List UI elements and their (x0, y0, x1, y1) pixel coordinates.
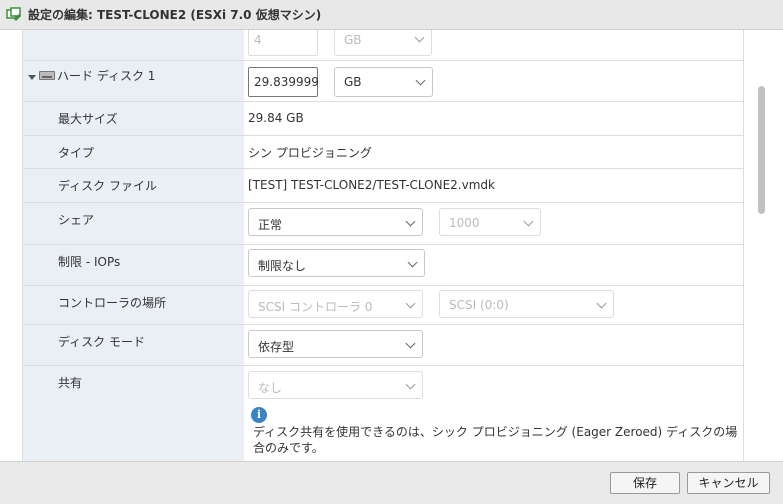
type-value: シン プロビジョニング (248, 146, 372, 160)
hard-disk-label: ハード ディスク 1 (57, 69, 156, 83)
chevron-down-icon (596, 298, 607, 309)
sharing-info-text: ディスク共有を使用できるのは、シック プロビジョニング (Eager Zeroe… (253, 425, 738, 455)
disk-size-unit-select[interactable]: GB (334, 67, 433, 97)
chevron-down-icon (405, 298, 416, 309)
disk-file-value: [TEST] TEST-CLONE2/TEST-CLONE2.vmdk (248, 178, 495, 192)
dialog-footer: 保存 キャンセル (0, 461, 783, 504)
shares-number-select[interactable]: 1000 (439, 208, 541, 236)
chevron-down-icon (405, 379, 416, 390)
scrollbar-thumb[interactable] (758, 86, 765, 214)
limit-iops-select[interactable]: 制限なし (248, 249, 425, 277)
disk-mode-row: ディスク モード 依存型 (23, 325, 743, 366)
disk-size-input[interactable]: 29.839999 (248, 67, 319, 97)
controller-slot-select[interactable]: SCSI (0:0) (439, 290, 614, 318)
max-size-row: 最大サイズ 29.84 GB (23, 102, 743, 136)
title-bar: 設定の編集: TEST-CLONE2 (ESXi 7.0 仮想マシン) (0, 0, 783, 30)
chevron-down-icon (405, 216, 416, 227)
settings-content[interactable]: 4 GB ハード ディスク 1 29.839999 GB 最大サイズ 29.84… (0, 30, 783, 461)
partial-unit-select[interactable]: GB (334, 30, 432, 56)
max-size-value: 29.84 GB (248, 111, 304, 125)
partial-value-input[interactable]: 4 (248, 30, 318, 56)
chevron-down-icon (415, 75, 426, 86)
sharing-select[interactable]: なし (248, 371, 423, 399)
cancel-button[interactable]: キャンセル (687, 472, 770, 494)
save-button[interactable]: 保存 (610, 472, 680, 494)
partial-row: 4 GB (23, 30, 743, 61)
type-row: タイプ シン プロビジョニング (23, 136, 743, 169)
disk-mode-select[interactable]: 依存型 (248, 330, 423, 358)
controller-row: コントローラの場所 SCSI コントローラ 0 SCSI (0:0) (23, 286, 743, 325)
caret-down-icon[interactable] (28, 75, 36, 80)
disk-file-row: ディスク ファイル [TEST] TEST-CLONE2/TEST-CLONE2… (23, 169, 743, 203)
chevron-down-icon (407, 257, 418, 268)
controller-select[interactable]: SCSI コントローラ 0 (248, 290, 423, 318)
limit-iops-row: 制限 - IOPs 制限なし (23, 245, 743, 286)
info-icon: i (251, 407, 267, 423)
chevron-down-icon (405, 338, 416, 349)
shares-row: シェア 正常 1000 (23, 203, 743, 245)
vm-edit-icon (6, 7, 21, 21)
chevron-down-icon (523, 216, 534, 227)
hard-disk-icon (39, 71, 55, 80)
chevron-down-icon (414, 32, 425, 43)
dialog-title: 設定の編集: TEST-CLONE2 (ESXi 7.0 仮想マシン) (28, 8, 322, 22)
shares-select[interactable]: 正常 (248, 208, 423, 236)
sharing-row: 共有 なし i ディスク共有を使用できるのは、シック プロビジョニング (Eag… (23, 366, 743, 461)
hard-disk-row: ハード ディスク 1 29.839999 GB × (23, 61, 743, 102)
settings-table: 4 GB ハード ディスク 1 29.839999 GB 最大サイズ 29.84… (22, 30, 744, 461)
